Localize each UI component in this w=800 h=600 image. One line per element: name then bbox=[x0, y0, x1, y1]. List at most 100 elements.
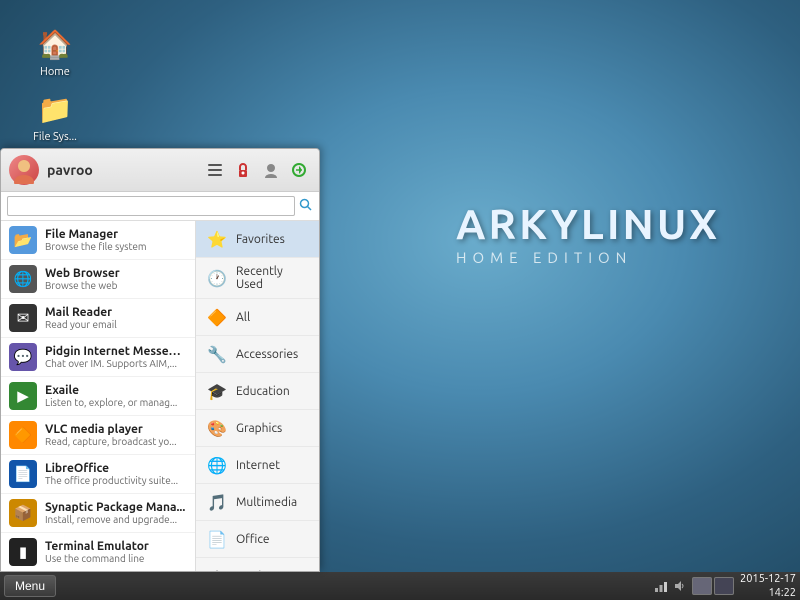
app-item-exaile[interactable]: ▶ Exaile Listen to, explore, or manag... bbox=[1, 377, 195, 416]
synaptic-name: Synaptic Package Mana... bbox=[45, 501, 187, 514]
app-item-web-browser[interactable]: 🌐 Web Browser Browse the web bbox=[1, 260, 195, 299]
cat-item-internet[interactable]: 🌐 Internet bbox=[196, 447, 319, 484]
menu-search-bar bbox=[1, 192, 319, 221]
cat-item-all[interactable]: 🔶 All bbox=[196, 299, 319, 336]
graphics-icon: 🎨 bbox=[206, 417, 228, 439]
cat-item-recently-used[interactable]: 🕐 Recently Used bbox=[196, 258, 319, 299]
exaile-info: Exaile Listen to, explore, or manag... bbox=[45, 384, 187, 408]
logout-icon[interactable] bbox=[287, 158, 311, 182]
systray bbox=[654, 579, 686, 593]
app-item-synaptic[interactable]: 📦 Synaptic Package Mana... Install, remo… bbox=[1, 494, 195, 533]
menu-settings-icon[interactable] bbox=[203, 158, 227, 182]
education-icon: 🎓 bbox=[206, 380, 228, 402]
cat-item-favorites[interactable]: ⭐ Favorites bbox=[196, 221, 319, 258]
accessories-icon: 🔧 bbox=[206, 343, 228, 365]
terminal-icon: ▮ bbox=[9, 538, 37, 566]
libreoffice-icon: 📄 bbox=[9, 460, 37, 488]
app-item-vlc[interactable]: 🔶 VLC media player Read, capture, broadc… bbox=[1, 416, 195, 455]
cat-item-settings[interactable]: ⚙ Settings bbox=[196, 558, 319, 571]
libreoffice-desc: The office productivity suite... bbox=[45, 475, 187, 486]
branding-subtitle: HOME EDITION bbox=[456, 249, 720, 266]
app-list: 📂 File Manager Browse the file system 🌐 … bbox=[1, 221, 196, 571]
taskbar-btn-2[interactable] bbox=[714, 577, 734, 595]
synaptic-icon: 📦 bbox=[9, 499, 37, 527]
file-manager-name: File Manager bbox=[45, 228, 187, 241]
app-item-mail-reader[interactable]: ✉ Mail Reader Read your email bbox=[1, 299, 195, 338]
pidgin-info: Pidgin Internet Messenger Chat over IM. … bbox=[45, 345, 187, 369]
pidgin-name: Pidgin Internet Messenger bbox=[45, 345, 187, 358]
settings-icon: ⚙ bbox=[206, 565, 228, 571]
graphics-label: Graphics bbox=[236, 422, 282, 435]
cat-item-office[interactable]: 📄 Office bbox=[196, 521, 319, 558]
mail-reader-desc: Read your email bbox=[45, 319, 187, 330]
vlc-info: VLC media player Read, capture, broadcas… bbox=[45, 423, 187, 447]
app-item-file-manager[interactable]: 📂 File Manager Browse the file system bbox=[1, 221, 195, 260]
desktop-icon-filesystem[interactable]: 📁 File Sys... bbox=[20, 85, 90, 147]
recently-used-label: Recently Used bbox=[236, 265, 309, 291]
office-icon: 📄 bbox=[206, 528, 228, 550]
app-item-terminal[interactable]: ▮ Terminal Emulator Use the command line bbox=[1, 533, 195, 571]
network-icon bbox=[654, 579, 668, 593]
exaile-icon: ▶ bbox=[9, 382, 37, 410]
app-item-pidgin[interactable]: 💬 Pidgin Internet Messenger Chat over IM… bbox=[1, 338, 195, 377]
app-item-libreoffice[interactable]: 📄 LibreOffice The office productivity su… bbox=[1, 455, 195, 494]
exaile-desc: Listen to, explore, or manag... bbox=[45, 397, 187, 408]
synaptic-info: Synaptic Package Mana... Install, remove… bbox=[45, 501, 187, 525]
desktop-icon-home[interactable]: 🏠 Home bbox=[20, 20, 90, 82]
taskbar-date: 2015-12-17 bbox=[740, 572, 796, 586]
user-switch-icon[interactable] bbox=[259, 158, 283, 182]
web-browser-info: Web Browser Browse the web bbox=[45, 267, 187, 291]
menu-body: 📂 File Manager Browse the file system 🌐 … bbox=[1, 221, 319, 571]
taskbar-datetime: 2015-12-17 14:22 bbox=[740, 572, 796, 600]
vlc-name: VLC media player bbox=[45, 423, 187, 436]
file-manager-icon: 📂 bbox=[9, 226, 37, 254]
start-button[interactable]: Menu bbox=[4, 575, 56, 597]
cat-item-graphics[interactable]: 🎨 Graphics bbox=[196, 410, 319, 447]
menu-header-icons bbox=[203, 158, 311, 182]
office-label: Office bbox=[236, 533, 270, 546]
multimedia-icon: 🎵 bbox=[206, 491, 228, 513]
avatar bbox=[9, 155, 39, 185]
filesystem-icon: 📁 bbox=[35, 89, 75, 129]
terminal-name: Terminal Emulator bbox=[45, 540, 187, 553]
cat-item-multimedia[interactable]: 🎵 Multimedia bbox=[196, 484, 319, 521]
taskbar-time: 14:22 bbox=[740, 586, 796, 600]
search-input[interactable] bbox=[7, 196, 295, 216]
lock-icon[interactable] bbox=[231, 158, 255, 182]
desktop: 🏠 Home 📁 File Sys... 🗑 Trash ARKYLINUX H… bbox=[0, 0, 800, 600]
menu-user: pavroo bbox=[9, 155, 93, 185]
synaptic-desc: Install, remove and upgrade... bbox=[45, 514, 187, 525]
home-icon: 🏠 bbox=[35, 24, 75, 64]
terminal-desc: Use the command line bbox=[45, 553, 187, 564]
recently-used-icon: 🕐 bbox=[206, 267, 228, 289]
mail-reader-icon: ✉ bbox=[9, 304, 37, 332]
all-icon: 🔶 bbox=[206, 306, 228, 328]
internet-label: Internet bbox=[236, 459, 280, 472]
taskbar-window-buttons bbox=[692, 577, 734, 595]
taskbar: Menu 2015-12-17 bbox=[0, 572, 800, 600]
mail-reader-info: Mail Reader Read your email bbox=[45, 306, 187, 330]
username: pavroo bbox=[47, 162, 93, 178]
pidgin-desc: Chat over IM. Supports AIM,... bbox=[45, 358, 187, 369]
start-menu: pavroo bbox=[0, 148, 320, 572]
favorites-label: Favorites bbox=[236, 233, 285, 246]
accessories-label: Accessories bbox=[236, 348, 298, 361]
file-manager-info: File Manager Browse the file system bbox=[45, 228, 187, 252]
branding: ARKYLINUX HOME EDITION bbox=[456, 200, 720, 266]
web-browser-name: Web Browser bbox=[45, 267, 187, 280]
filesystem-label: File Sys... bbox=[33, 131, 77, 143]
mail-reader-name: Mail Reader bbox=[45, 306, 187, 319]
taskbar-btn-1[interactable] bbox=[692, 577, 712, 595]
cat-item-accessories[interactable]: 🔧 Accessories bbox=[196, 336, 319, 373]
taskbar-right: 2015-12-17 14:22 bbox=[654, 572, 796, 600]
web-browser-icon: 🌐 bbox=[9, 265, 37, 293]
favorites-icon: ⭐ bbox=[206, 228, 228, 250]
category-list: ⭐ Favorites 🕐 Recently Used 🔶 All 🔧 Acce… bbox=[196, 221, 319, 571]
libreoffice-name: LibreOffice bbox=[45, 462, 187, 475]
file-manager-desc: Browse the file system bbox=[45, 241, 187, 252]
cat-item-education[interactable]: 🎓 Education bbox=[196, 373, 319, 410]
web-browser-desc: Browse the web bbox=[45, 280, 187, 291]
home-label: Home bbox=[40, 66, 70, 78]
speaker-icon bbox=[672, 579, 686, 593]
search-button[interactable] bbox=[299, 198, 313, 215]
